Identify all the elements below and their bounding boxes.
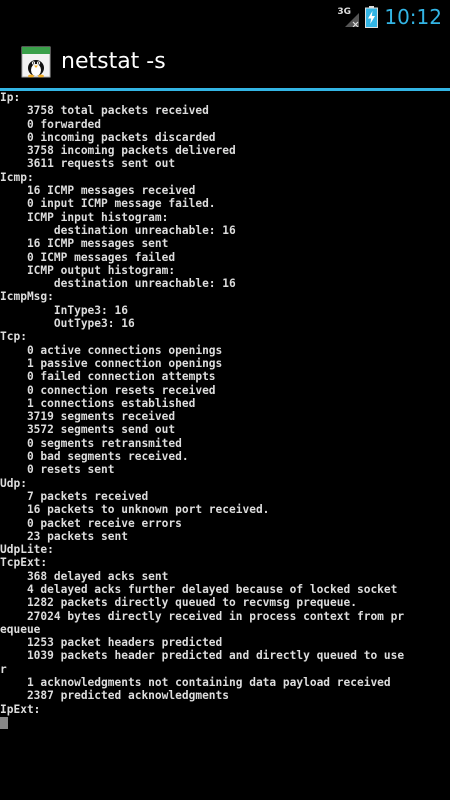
cursor [0, 716, 8, 729]
terminal-prompt-line[interactable] [0, 716, 450, 729]
terminal-line: 3611 requests sent out [0, 157, 176, 171]
tux-app-icon[interactable] [21, 46, 51, 78]
terminal-line: TcpExt: [0, 556, 48, 570]
terminal-line: 1 passive connection openings [0, 356, 223, 370]
terminal-output[interactable]: Ip: 3758 total packets received 0 forwar… [0, 91, 450, 800]
terminal-line: Ip: [0, 91, 21, 104]
terminal-line: 0 input ICMP message failed. [0, 197, 216, 211]
status-clock: 10:12 [384, 4, 442, 29]
terminal-line: Udp: [0, 476, 27, 490]
terminal-line: 23 packets sent [0, 529, 128, 543]
terminal-line: IpExt: [0, 702, 41, 716]
signal-icon [345, 12, 360, 27]
terminal-line: 1 connections established [0, 396, 196, 410]
network-indicator: 3G [337, 5, 360, 29]
action-bar: netstat -s [0, 33, 450, 90]
terminal-line: ICMP input histogram: [0, 210, 169, 224]
terminal-lines: Ip: 3758 total packets received 0 forwar… [0, 91, 450, 716]
terminal-line: 1039 packets header predicted and direct… [0, 649, 405, 663]
terminal-line: 0 incoming packets discarded [0, 130, 216, 144]
terminal-line: InType3: 16 [0, 303, 128, 317]
terminal-line: IcmpMsg: [0, 290, 54, 304]
terminal-line: 0 resets sent [0, 463, 115, 477]
page-title: netstat -s [61, 49, 166, 74]
terminal-line: equeue [0, 622, 41, 636]
terminal-line: 3758 total packets received [0, 104, 209, 118]
terminal-line: r [0, 662, 7, 676]
terminal-line: ICMP output histogram: [0, 263, 176, 277]
terminal-line: 368 delayed acks sent [0, 569, 169, 583]
terminal-line: 0 active connections openings [0, 343, 223, 357]
status-bar: 3G 10:12 [0, 0, 450, 33]
terminal-line: 0 ICMP messages failed [0, 250, 176, 264]
terminal-line: UdpLite: [0, 543, 54, 557]
terminal-line: 0 bad segments received. [0, 450, 189, 464]
battery-charging-icon [365, 5, 379, 28]
terminal-line: 16 ICMP messages received [0, 184, 196, 198]
terminal-line: 1253 packet headers predicted [0, 636, 223, 650]
terminal-line: 16 ICMP messages sent [0, 237, 169, 251]
terminal-line: 3719 segments received [0, 410, 176, 424]
terminal-line: 16 packets to unknown port received. [0, 503, 270, 517]
terminal-line: 0 packet receive errors [0, 516, 182, 530]
terminal-line: Icmp: [0, 170, 34, 184]
terminal-line: Tcp: [0, 330, 27, 344]
terminal-line: 3758 incoming packets delivered [0, 144, 236, 158]
terminal-line: destination unreachable: 16 [0, 223, 236, 237]
terminal-line: 1 acknowledgments not containing data pa… [0, 676, 391, 690]
terminal-line: destination unreachable: 16 [0, 277, 236, 291]
terminal-line: 3572 segments send out [0, 423, 176, 437]
terminal-line: 7 packets received [0, 489, 149, 503]
terminal-line: 2387 predicted acknowledgments [0, 689, 230, 703]
terminal-line: 0 segments retransmited [0, 436, 182, 450]
terminal-line: 0 failed connection attempts [0, 370, 216, 384]
terminal-line: 1282 packets directly queued to recvmsg … [0, 596, 357, 610]
terminal-line: 0 forwarded [0, 117, 102, 131]
terminal-line: 27024 bytes directly received in process… [0, 609, 405, 623]
terminal-line: 0 connection resets received [0, 383, 216, 397]
terminal-line: 4 delayed acks further delayed because o… [0, 582, 398, 596]
status-icons: 3G 10:12 [337, 0, 442, 33]
terminal-line: OutType3: 16 [0, 317, 135, 331]
